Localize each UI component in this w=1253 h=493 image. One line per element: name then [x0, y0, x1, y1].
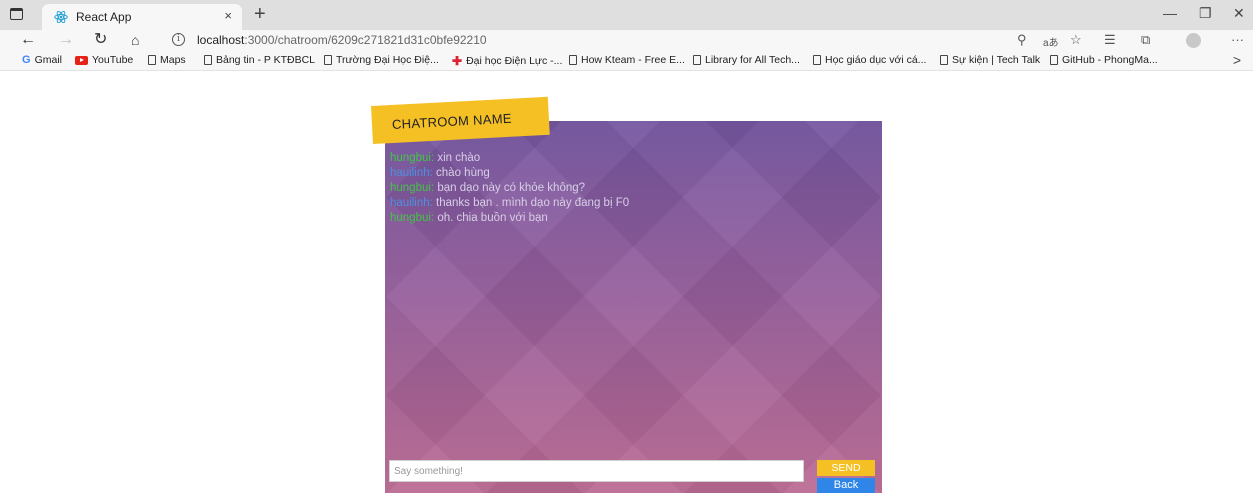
collections-icon[interactable]: ⧉ — [1141, 32, 1150, 48]
bookmark-youtube[interactable]: YouTube — [75, 54, 133, 66]
bookmark-hoc-giao-duc[interactable]: Học giáo dục với cá... — [813, 54, 926, 66]
bookmark-gmail[interactable]: G Gmail — [22, 54, 62, 66]
message-input[interactable] — [389, 460, 804, 482]
favorites-list-icon[interactable]: ☰ — [1104, 32, 1116, 48]
page-icon — [569, 55, 577, 65]
message-item: hauilinh: chào hùng — [390, 166, 629, 181]
new-tab-icon[interactable]: + — [254, 3, 266, 25]
message-item: hungbui: xin chào — [390, 151, 629, 166]
address-bar-row: ← → ↻ ⌂ i localhost:3000/chatroom/6209c2… — [0, 30, 1253, 51]
page-icon — [813, 55, 821, 65]
message-item: hungbui: bạn dạo này có khỏe không? — [390, 181, 629, 196]
page-icon — [204, 55, 212, 65]
cross-icon: ✚ — [452, 54, 463, 68]
page-icon — [1050, 55, 1058, 65]
restore-icon[interactable]: ❐ — [1199, 5, 1212, 22]
react-icon — [54, 10, 68, 24]
more-icon[interactable]: ··· — [1231, 32, 1244, 47]
key-icon[interactable]: ⚲ — [1017, 32, 1027, 48]
back-arrow-icon[interactable]: ← — [20, 30, 36, 50]
page-icon — [148, 55, 156, 65]
bookmark-label: Học giáo dục với cá... — [825, 54, 927, 66]
tab-strip: React App × + — ❐ ✕ — [0, 0, 1253, 30]
message-text: thanks bạn . mình dạo này đang bị F0 — [432, 197, 630, 209]
bookmark-label: Đại học Điện Lực -... — [466, 55, 563, 67]
url-field[interactable]: localhost:3000/chatroom/6209c271821d31c0… — [197, 33, 487, 47]
refresh-icon[interactable]: ↻ — [94, 30, 107, 50]
bookmark-label: Gmail — [34, 54, 62, 66]
message-text: bạn dạo này có khỏe không? — [434, 182, 586, 194]
bookmark-label: How Kteam - Free E... — [581, 54, 685, 66]
bookmark-label: Sự kiện | Tech Talk — [952, 54, 1041, 66]
page-icon — [940, 55, 948, 65]
back-button[interactable]: Back — [817, 478, 875, 493]
site-info-icon[interactable]: i — [172, 33, 185, 46]
tab-close-icon[interactable]: × — [224, 8, 232, 23]
send-button[interactable]: SEND — [817, 460, 875, 476]
close-window-icon[interactable]: ✕ — [1233, 5, 1245, 22]
youtube-icon — [75, 55, 88, 65]
chatroom-name: CHATROOM NAME — [391, 110, 513, 132]
favorite-icon[interactable]: ☆ — [1070, 32, 1082, 48]
bookmark-github[interactable]: GitHub - PhongMa... — [1050, 54, 1158, 66]
chevron-right-icon[interactable]: > — [1233, 52, 1241, 68]
bookmarks-bar: G Gmail YouTube Maps Bảng tin - P KTĐBCL … — [0, 51, 1253, 71]
message-list: hungbui: xin chào hauilinh: chào hùng hu… — [390, 151, 629, 226]
bookmark-label: YouTube — [92, 54, 134, 66]
message-text: chào hùng — [432, 167, 490, 179]
page-icon — [324, 55, 332, 65]
message-user: hungbui: — [390, 152, 435, 164]
message-user: hauilinh: — [390, 167, 433, 179]
message-user: hungbui: — [390, 212, 435, 224]
message-text: oh. chia buồn với bạn — [434, 212, 548, 224]
url-host: localhost — [197, 33, 245, 47]
read-aloud-icon[interactable]: aあ — [1043, 34, 1059, 49]
profile-avatar[interactable] — [1186, 33, 1201, 48]
bookmark-label: Library for All Tech... — [705, 54, 800, 66]
bookmark-truong-dai-hoc[interactable]: Trường Đại Học Điệ... — [324, 54, 439, 66]
home-icon[interactable]: ⌂ — [131, 30, 139, 50]
page-icon — [693, 55, 701, 65]
browser-tab[interactable]: React App × — [42, 4, 242, 30]
bookmark-label: Bảng tin - P KTĐBCL — [216, 54, 316, 66]
tab-title: React App — [76, 10, 132, 24]
tab-actions-icon[interactable] — [10, 8, 23, 20]
message-user: hungbui: — [390, 182, 435, 194]
bookmark-tech-talk[interactable]: Sự kiện | Tech Talk — [940, 54, 1040, 66]
message-item: hungbui: oh. chia buồn với bạn — [390, 211, 629, 226]
bookmark-label: GitHub - PhongMa... — [1062, 54, 1158, 66]
bookmark-library[interactable]: Library for All Tech... — [693, 54, 800, 66]
message-user: hauilinh: — [390, 197, 433, 209]
bookmark-label: Maps — [160, 54, 186, 66]
minimize-icon[interactable]: — — [1163, 5, 1177, 21]
message-item: hauilinh: thanks bạn . mình dạo này đang… — [390, 196, 629, 211]
gmail-icon: G — [22, 54, 31, 66]
bookmark-how-kteam[interactable]: How Kteam - Free E... — [569, 54, 685, 66]
bookmark-maps[interactable]: Maps — [148, 54, 186, 66]
url-path: :3000/chatroom/6209c271821d31c0bfe92210 — [244, 33, 487, 47]
bookmark-label: Trường Đại Học Điệ... — [336, 54, 439, 66]
bookmark-bang-tin[interactable]: Bảng tin - P KTĐBCL — [204, 54, 315, 66]
bookmark-dai-hoc-dien-luc[interactable]: ✚ Đại học Điện Lực -... — [452, 54, 562, 68]
message-text: xin chào — [434, 152, 481, 164]
forward-arrow-icon[interactable]: → — [58, 30, 74, 50]
